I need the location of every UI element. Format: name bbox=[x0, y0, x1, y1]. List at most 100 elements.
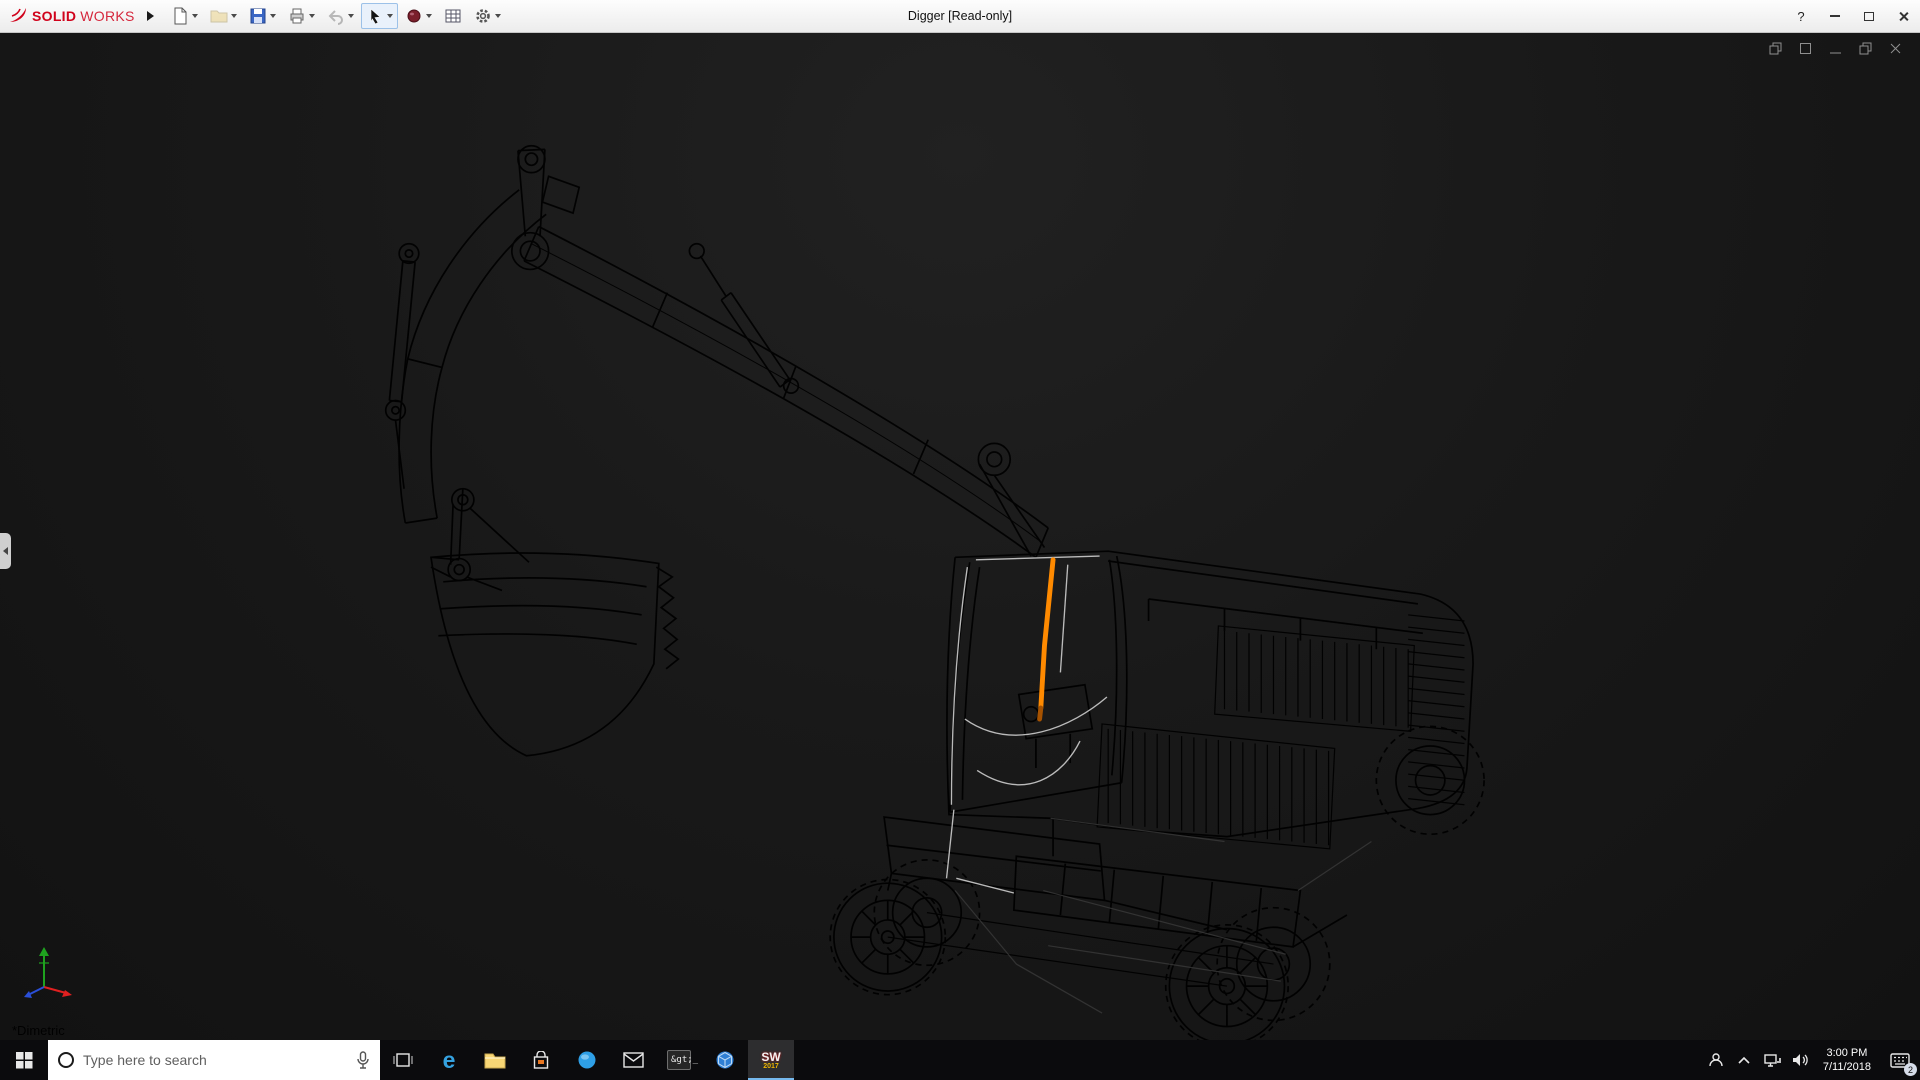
open-button[interactable] bbox=[205, 3, 242, 29]
person-icon bbox=[1707, 1051, 1725, 1069]
search-input[interactable] bbox=[83, 1052, 347, 1068]
triad-axes-icon bbox=[14, 931, 92, 1009]
undo-button[interactable] bbox=[322, 3, 359, 29]
speaker-icon bbox=[1791, 1052, 1809, 1068]
dropdown-caret-icon bbox=[192, 14, 198, 18]
microphone-icon[interactable] bbox=[356, 1051, 370, 1069]
graphics-viewport[interactable]: *Dimetric bbox=[0, 33, 1920, 1040]
start-button[interactable] bbox=[0, 1040, 48, 1080]
open-folder-icon bbox=[210, 7, 228, 25]
taskbar-solidworks-button[interactable]: SW 2017 bbox=[748, 1040, 794, 1080]
close-button[interactable] bbox=[1886, 0, 1920, 32]
orientation-triad bbox=[14, 931, 92, 1014]
view-orientation-label: *Dimetric bbox=[12, 1023, 65, 1038]
sw-badge-year: 2017 bbox=[763, 1063, 779, 1070]
dropdown-caret-icon bbox=[348, 14, 354, 18]
doc-close-icon bbox=[1889, 42, 1902, 55]
people-button[interactable] bbox=[1702, 1040, 1730, 1080]
document-window-controls bbox=[1768, 41, 1902, 55]
save-button[interactable] bbox=[244, 3, 281, 29]
feature-panel-collapsed-tab[interactable] bbox=[0, 533, 11, 569]
edge-browser-icon: e bbox=[443, 1049, 456, 1072]
taskbar-mail-button[interactable] bbox=[610, 1040, 656, 1080]
brand-text-light: WORKS bbox=[80, 8, 134, 24]
help-button[interactable]: ? bbox=[1784, 0, 1818, 32]
network-icon bbox=[1763, 1052, 1781, 1068]
dropdown-caret-icon bbox=[309, 14, 315, 18]
new-document-button[interactable] bbox=[166, 3, 203, 29]
doc-restore-button[interactable] bbox=[1858, 41, 1872, 55]
blue-cube-icon bbox=[715, 1050, 735, 1070]
clock-time: 3:00 PM bbox=[1823, 1046, 1871, 1060]
taskbar-terminal-button[interactable]: &gt;_ bbox=[656, 1040, 702, 1080]
dropdown-caret-icon bbox=[495, 14, 501, 18]
titlebar: SOLIDWORKS bbox=[0, 0, 1920, 33]
dropdown-caret-icon bbox=[387, 14, 393, 18]
solidworks-app-icon: SW 2017 bbox=[761, 1051, 780, 1070]
taskbar-blue-globe-button[interactable] bbox=[564, 1040, 610, 1080]
taskbar-blue-cube-button[interactable] bbox=[702, 1040, 748, 1080]
cortana-icon bbox=[58, 1052, 74, 1068]
table-grid-icon bbox=[444, 7, 462, 25]
windows-logo-icon bbox=[16, 1052, 33, 1069]
maximize-icon bbox=[1864, 12, 1874, 21]
taskbar-edge-button[interactable]: e bbox=[426, 1040, 472, 1080]
network-button[interactable] bbox=[1758, 1040, 1786, 1080]
select-cursor-icon bbox=[366, 7, 384, 25]
minimize-button[interactable] bbox=[1818, 0, 1852, 32]
new-document-icon bbox=[171, 7, 189, 25]
blue-globe-icon bbox=[577, 1050, 597, 1070]
appearance-ball-icon bbox=[405, 7, 423, 25]
taskbar-pinned-apps: e bbox=[380, 1040, 794, 1080]
doc-minimize-icon bbox=[1829, 42, 1842, 55]
select-tool-button[interactable] bbox=[361, 3, 398, 29]
volume-button[interactable] bbox=[1786, 1040, 1814, 1080]
print-button[interactable] bbox=[283, 3, 320, 29]
minimize-icon bbox=[1830, 15, 1840, 17]
notification-badge: 2 bbox=[1904, 1063, 1917, 1076]
doc-minimize-button[interactable] bbox=[1828, 41, 1842, 55]
solidworks-logo: SOLIDWORKS bbox=[8, 7, 135, 25]
show-hidden-icons-button[interactable] bbox=[1730, 1040, 1758, 1080]
dropdown-caret-icon bbox=[231, 14, 237, 18]
document-title: Digger [Read-only] bbox=[908, 9, 1012, 23]
taskbar-search[interactable] bbox=[48, 1040, 380, 1080]
shopping-bag-icon bbox=[532, 1051, 550, 1070]
doc-cascade-button[interactable] bbox=[1768, 41, 1782, 55]
chevron-up-icon bbox=[1737, 1055, 1751, 1065]
toolbar-flyout-arrow-icon[interactable] bbox=[147, 11, 154, 21]
system-tray: 3:00 PM 7/11/2018 2 bbox=[1702, 1040, 1920, 1080]
taskbar-clock[interactable]: 3:00 PM 7/11/2018 bbox=[1814, 1046, 1880, 1074]
doc-restore-icon bbox=[1859, 42, 1872, 55]
close-icon bbox=[1898, 11, 1909, 22]
options-button[interactable] bbox=[469, 3, 506, 29]
window-icon bbox=[1799, 42, 1812, 55]
taskbar-store-button[interactable] bbox=[518, 1040, 564, 1080]
task-view-icon bbox=[393, 1050, 413, 1070]
maximize-button[interactable] bbox=[1852, 0, 1886, 32]
doc-window-button[interactable] bbox=[1798, 41, 1812, 55]
appearance-button[interactable] bbox=[400, 3, 437, 29]
dassault-systemes-logo-icon bbox=[8, 7, 28, 25]
display-table-button[interactable] bbox=[439, 3, 467, 29]
windows-taskbar: e bbox=[0, 1040, 1920, 1080]
sw-badge-text: SW bbox=[761, 1051, 780, 1063]
cascade-windows-icon bbox=[1769, 42, 1782, 55]
printer-icon bbox=[288, 7, 306, 25]
dropdown-caret-icon bbox=[426, 14, 432, 18]
wireframe-excavator-model[interactable] bbox=[0, 33, 1920, 1040]
mail-envelope-icon bbox=[623, 1052, 644, 1068]
notification-button[interactable]: 2 bbox=[1880, 1040, 1920, 1080]
doc-close-button[interactable] bbox=[1888, 41, 1902, 55]
solidworks-window: SOLIDWORKS bbox=[0, 0, 1920, 1080]
dropdown-caret-icon bbox=[270, 14, 276, 18]
taskbar-file-explorer-button[interactable] bbox=[472, 1040, 518, 1080]
undo-arrow-icon bbox=[327, 7, 345, 25]
terminal-icon: &gt;_ bbox=[667, 1050, 691, 1070]
file-explorer-folder-icon bbox=[484, 1051, 506, 1069]
selected-edge-highlight bbox=[1040, 560, 1053, 719]
brand-text-bold: SOLID bbox=[32, 8, 76, 24]
clock-date: 7/11/2018 bbox=[1823, 1060, 1871, 1074]
task-view-button[interactable] bbox=[380, 1040, 426, 1080]
quick-access-toolbar bbox=[166, 3, 506, 29]
